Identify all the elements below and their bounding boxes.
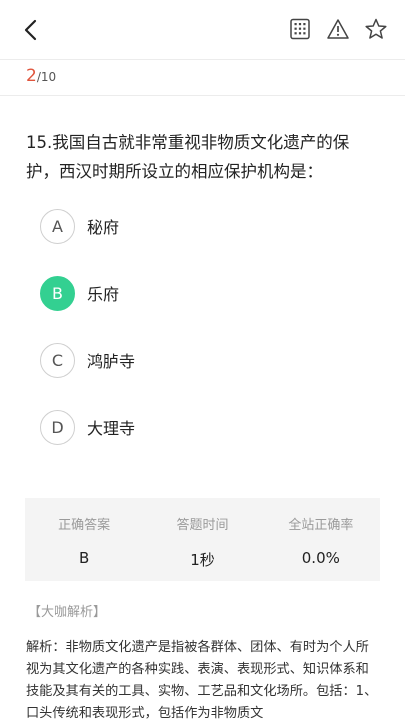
correct-answer-value: B bbox=[79, 549, 90, 567]
option-letter: C bbox=[40, 342, 75, 378]
divider bbox=[0, 95, 405, 96]
option-label: 乐府 bbox=[87, 285, 120, 304]
option-letter: D bbox=[40, 409, 75, 445]
option-label: 鸿胪寺 bbox=[87, 352, 136, 371]
site-accuracy-value: 0.0% bbox=[301, 549, 340, 567]
option-a[interactable]: A 秘府 bbox=[40, 207, 340, 245]
answer-stats-panel: 正确答案 B 答题时间 1秒 全站正确率 0.0% bbox=[25, 498, 380, 581]
favorite-star-icon[interactable] bbox=[365, 18, 387, 40]
answer-time-label: 答题时间 bbox=[176, 518, 229, 533]
analysis-text: 解析：非物质文化遗产是指被各群体、团体、有时为个人所视为其文化遗产的各种实践、表… bbox=[26, 640, 378, 720]
back-arrow-icon[interactable] bbox=[18, 17, 44, 43]
answer-time-stat: 答题时间 1秒 bbox=[143, 498, 261, 581]
report-warning-icon[interactable] bbox=[327, 18, 349, 40]
option-label: 秘府 bbox=[87, 218, 120, 237]
current-question-number: 2 bbox=[26, 66, 37, 86]
option-label: 大理寺 bbox=[87, 419, 136, 438]
analysis-title: 【大咖解析】 bbox=[28, 605, 107, 620]
question-progress: 2 /10 bbox=[26, 66, 56, 90]
top-bar bbox=[0, 0, 405, 60]
answer-time-value: 1秒 bbox=[190, 551, 215, 569]
correct-answer-stat: 正确答案 B bbox=[25, 498, 143, 581]
top-actions bbox=[289, 18, 387, 40]
site-accuracy-label: 全站正确率 bbox=[288, 518, 354, 533]
option-c[interactable]: C 鸿胪寺 bbox=[40, 341, 340, 379]
option-b[interactable]: B 乐府 bbox=[40, 274, 340, 312]
question-text: 15.我国自古就非常重视非物质文化遗产的保护，西汉时期所设立的相应保护机构是： bbox=[26, 133, 350, 181]
site-accuracy-stat: 全站正确率 0.0% bbox=[262, 498, 380, 581]
correct-answer-label: 正确答案 bbox=[58, 518, 111, 533]
answer-sheet-grid-icon[interactable] bbox=[289, 18, 311, 40]
option-d[interactable]: D 大理寺 bbox=[40, 408, 340, 446]
total-questions: /10 bbox=[36, 70, 57, 84]
option-letter: B bbox=[40, 275, 75, 311]
option-letter: A bbox=[40, 208, 75, 244]
